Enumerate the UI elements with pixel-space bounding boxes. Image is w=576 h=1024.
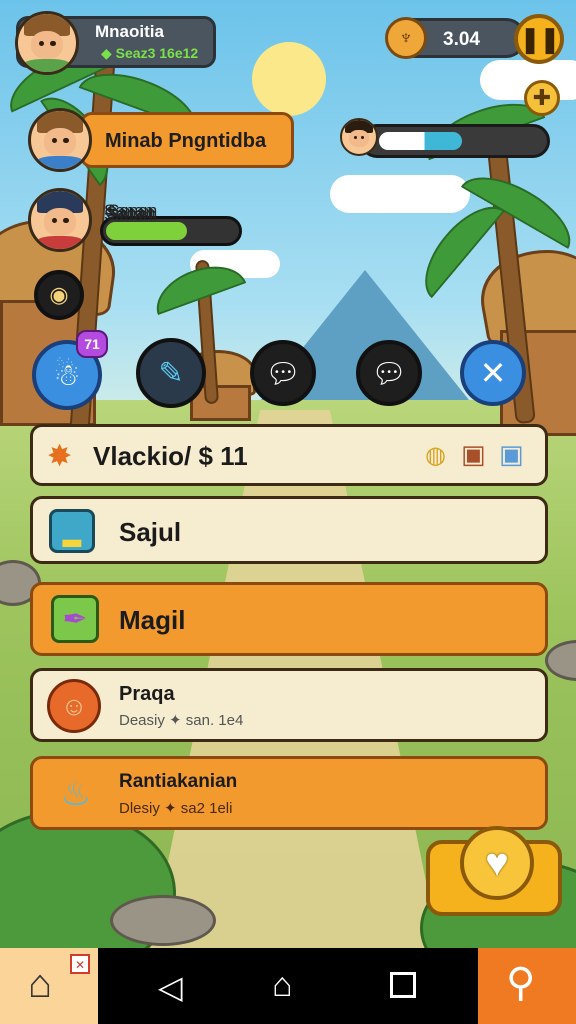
compass-icon: ◉ [49, 282, 69, 307]
energy-bar [360, 124, 550, 158]
notification-dot: ✕ [70, 954, 90, 974]
list-item-title: Sajul [119, 517, 182, 547]
home-nav-icon[interactable]: ⌂ [272, 966, 293, 1005]
pause-button[interactable]: ❚❚ [514, 14, 564, 64]
list-item[interactable]: ✸ Vlackio/ $ 11 ◍ ▣ ▣ [30, 424, 548, 486]
quest-title: Minab Pngntidba [105, 130, 267, 152]
box-icon: ▣ [499, 439, 524, 469]
list-item-subtitle: Dlesiy ✦ sa2 1eli [119, 800, 233, 817]
close-icon: ✕ [479, 355, 507, 391]
home-icon: ⌂ [28, 962, 53, 1006]
sun-face-icon: ☺ [47, 679, 101, 733]
list-item-title: Vlackio/ $ 11 [93, 441, 248, 471]
search-button[interactable]: ⚲ [478, 948, 576, 1024]
player-avatar[interactable] [15, 11, 79, 75]
pause-icon: ❚❚ [519, 23, 561, 54]
heart-badge: ♥ [460, 826, 534, 900]
sun [252, 42, 326, 116]
message-icon: 💬︎ [371, 357, 407, 389]
list-item[interactable]: ▂ Sajul [30, 496, 548, 564]
craft-button[interactable]: ✎ [136, 338, 206, 408]
recents-icon[interactable] [390, 972, 416, 998]
burst-icon: ✸ [47, 440, 73, 473]
quest-banner[interactable]: Minab Pngntidba [80, 112, 294, 168]
wand-icon: ✎ [158, 356, 184, 390]
companion-name: Sanan [106, 203, 156, 222]
chat-icon: 💬︎ [265, 357, 301, 389]
gem-icon: ◆ [101, 45, 112, 61]
search-icon: ⚲ [506, 961, 536, 1005]
feather-icon: ✒ [51, 595, 99, 643]
list-item[interactable]: ☺ Praqa Deasiy ✦ san. 1e4 [30, 668, 548, 742]
chat-button[interactable]: 💬︎ [250, 340, 316, 406]
favorite-button[interactable]: ♥ [426, 826, 562, 916]
list-item[interactable]: ♨ Rantiakanian Dlesiy ✦ sa2 1eli [30, 756, 548, 830]
rock [110, 895, 216, 946]
coin-icon: ♆ [385, 17, 427, 59]
back-icon[interactable]: ◁ [158, 968, 183, 1006]
player-score-text: Seaz3 16e12 [115, 45, 199, 61]
quest-giver-avatar[interactable] [28, 108, 92, 172]
notification-badge: 71 [76, 330, 108, 358]
calendar-icon: ▂ [49, 509, 95, 553]
currency-display[interactable]: ♆ 3.04 [385, 17, 526, 59]
player-score: ◆ Seaz3 16e12 [101, 45, 198, 62]
energy-avatar [340, 118, 378, 156]
map-button[interactable]: ◉ [34, 270, 84, 320]
companion-avatar[interactable] [28, 188, 92, 252]
list-item-subtitle: Deasiy ✦ san. 1e4 [119, 712, 244, 729]
heart-icon: ♥ [485, 840, 509, 885]
coin-icon: ◍ [425, 442, 446, 469]
player-name: Mnaoitia [95, 22, 164, 41]
list-item-title: Magil [119, 605, 186, 635]
messages-button[interactable]: 💬︎ [356, 340, 422, 406]
cloud [330, 175, 470, 213]
add-button[interactable]: ✚ [524, 80, 560, 116]
plus-icon: ✚ [532, 85, 552, 110]
home-tab[interactable]: ⌂ ✕ [0, 948, 98, 1024]
list-item[interactable]: ✒ Magil [30, 582, 548, 656]
notification-count: 71 [84, 336, 100, 352]
companion-health-fill [106, 222, 187, 240]
chest-icon: ▣ [461, 439, 486, 469]
close-button[interactable]: ✕ [460, 340, 526, 406]
currency-value: 3.04 [443, 29, 480, 50]
energy-bar-fill [379, 132, 462, 150]
list-item-title: Praqa [119, 683, 175, 705]
kettle-icon: ♨ [60, 775, 92, 813]
list-item-title: Rantiakanian [119, 771, 238, 792]
player-card[interactable]: Mnaoitia ◆ Seaz3 16e12 [15, 11, 216, 75]
cat-icon: ☃ [53, 358, 81, 392]
